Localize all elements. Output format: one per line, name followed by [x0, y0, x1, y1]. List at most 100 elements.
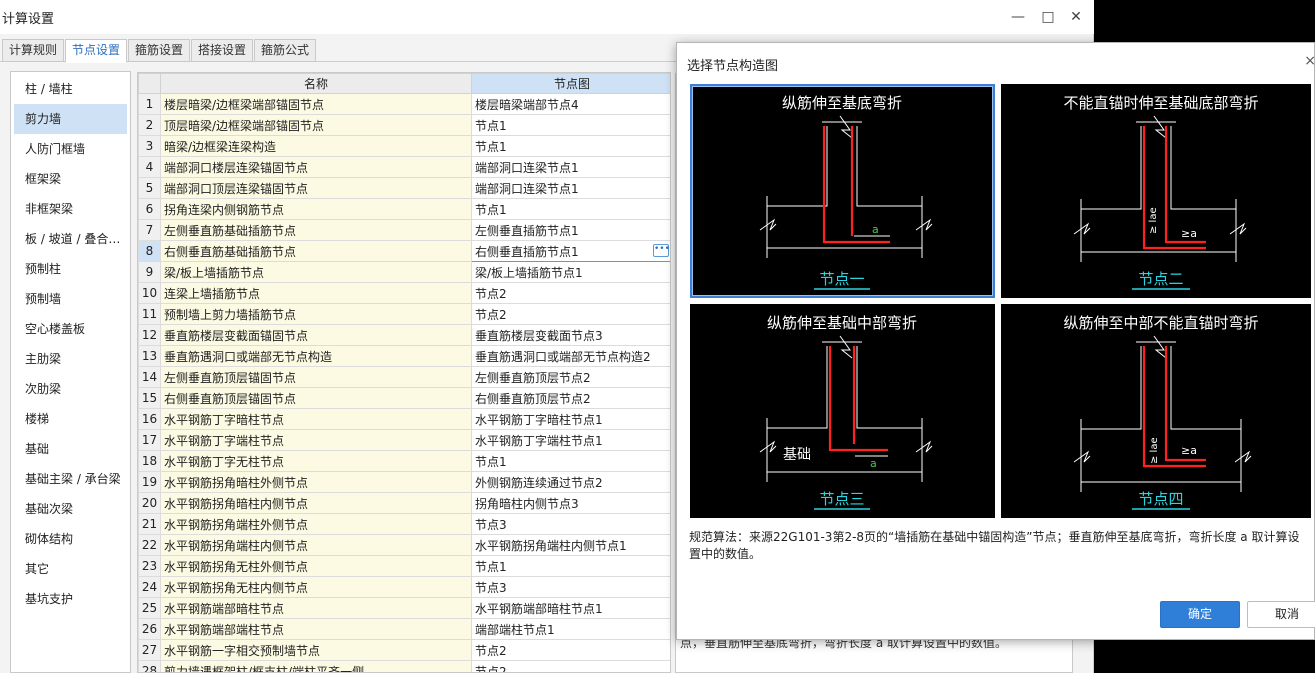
- table-row[interactable]: 23 水平钢筋拐角无柱外侧节点 节点1: [138, 555, 670, 577]
- row-node-cell[interactable]: 右侧垂直插筋节点1 •••: [471, 240, 670, 262]
- table-row[interactable]: 15 右侧垂直筋顶层锚固节点 右侧垂直筋顶层节点2: [138, 387, 670, 409]
- maximize-icon[interactable]: □: [1034, 6, 1062, 28]
- cancel-button[interactable]: 取消: [1247, 601, 1315, 628]
- row-node-cell[interactable]: 节点1: [471, 450, 670, 472]
- row-name-cell[interactable]: 端部洞口顶层连梁锚固节点: [160, 177, 472, 199]
- minimize-icon[interactable]: —: [1004, 6, 1032, 28]
- row-name-cell[interactable]: 垂直筋楼层变截面锚固节点: [160, 324, 472, 346]
- sidebar-item-frame-beam[interactable]: 框架梁: [11, 164, 130, 194]
- row-node-cell[interactable]: 节点2: [471, 282, 670, 304]
- row-node-cell[interactable]: 节点2: [471, 660, 670, 672]
- row-name-cell[interactable]: 右侧垂直筋顶层锚固节点: [160, 387, 472, 409]
- row-name-cell[interactable]: 水平钢筋拐角无柱内侧节点: [160, 576, 472, 598]
- table-row[interactable]: 10 连梁上墙插筋节点 节点2: [138, 282, 670, 304]
- node-panel-2[interactable]: 不能直锚时伸至基础底部弯折 ≥ lae ≥a 节点二: [1001, 84, 1311, 298]
- column-header-name[interactable]: 名称: [160, 73, 472, 94]
- row-node-cell[interactable]: 楼层暗梁端部节点4: [471, 93, 670, 115]
- row-node-cell[interactable]: 节点3: [471, 576, 670, 598]
- tab-calc-rules[interactable]: 计算规则: [2, 39, 65, 62]
- node-panel-4[interactable]: 纵筋伸至中部不能直锚时弯折 ≥ lae ≥a 节点四: [1001, 304, 1311, 518]
- row-name-cell[interactable]: 连梁上墙插筋节点: [160, 282, 472, 304]
- table-row[interactable]: 17 水平钢筋丁字端柱节点 水平钢筋丁字端柱节点1: [138, 429, 670, 451]
- row-node-cell[interactable]: 水平钢筋端部暗柱节点1: [471, 597, 670, 619]
- row-name-cell[interactable]: 水平钢筋丁字暗柱节点: [160, 408, 472, 430]
- table-row[interactable]: 4 端部洞口楼层连梁锚固节点 端部洞口连梁节点1: [138, 156, 670, 178]
- sidebar-item-civil-defense-door[interactable]: 人防门框墙: [11, 134, 130, 164]
- row-name-cell[interactable]: 水平钢筋拐角无柱外侧节点: [160, 555, 472, 577]
- row-node-cell[interactable]: 节点1: [471, 114, 670, 136]
- ellipsis-button-icon[interactable]: •••: [653, 244, 670, 257]
- ok-button[interactable]: 确定: [1160, 601, 1240, 628]
- close-icon[interactable]: ✕: [1062, 6, 1090, 28]
- table-row[interactable]: 12 垂直筋楼层变截面锚固节点 垂直筋楼层变截面节点3: [138, 324, 670, 346]
- sidebar-item-hollow-slab[interactable]: 空心楼盖板: [11, 314, 130, 344]
- row-name-cell[interactable]: 右侧垂直筋基础插筋节点: [160, 240, 472, 262]
- row-node-cell[interactable]: 节点3: [471, 513, 670, 535]
- row-node-cell[interactable]: 端部端柱节点1: [471, 618, 670, 640]
- row-name-cell[interactable]: 预制墙上剪力墙插筋节点: [160, 303, 472, 325]
- table-row[interactable]: 5 端部洞口顶层连梁锚固节点 端部洞口连梁节点1: [138, 177, 670, 199]
- dialog-close-icon[interactable]: ×: [1304, 53, 1315, 69]
- tab-node-settings[interactable]: 节点设置: [65, 39, 128, 63]
- node-panel-3[interactable]: 纵筋伸至基础中部弯折 基础 a 节点三: [690, 304, 995, 518]
- tab-lap-settings[interactable]: 搭接设置: [191, 39, 254, 62]
- row-name-cell[interactable]: 左侧垂直筋基础插筋节点: [160, 219, 472, 241]
- sidebar-item-slab[interactable]: 板 / 坡道 / 叠合…: [11, 224, 130, 254]
- sidebar-item-other[interactable]: 其它: [11, 554, 130, 584]
- row-name-cell[interactable]: 垂直筋遇洞口或端部无节点构造: [160, 345, 472, 367]
- row-node-cell[interactable]: 梁/板上墙插筋节点1: [471, 261, 670, 283]
- row-name-cell[interactable]: 水平钢筋拐角暗柱内侧节点: [160, 492, 472, 514]
- table-row[interactable]: 28 剪力墙遇框架柱/框支柱/端柱平齐一侧 节点2: [138, 660, 670, 672]
- sidebar-item-non-frame-beam[interactable]: 非框架梁: [11, 194, 130, 224]
- table-row[interactable]: 19 水平钢筋拐角暗柱外侧节点 外侧钢筋连续通过节点2: [138, 471, 670, 493]
- sidebar-item-main-rib-beam[interactable]: 主肋梁: [11, 344, 130, 374]
- row-node-cell[interactable]: 端部洞口连梁节点1: [471, 156, 670, 178]
- row-name-cell[interactable]: 暗梁/边框梁连梁构造: [160, 135, 472, 157]
- row-node-cell[interactable]: 垂直筋楼层变截面节点3: [471, 324, 670, 346]
- table-row[interactable]: 27 水平钢筋一字相交预制墙节点 节点2: [138, 639, 670, 661]
- table-row[interactable]: 18 水平钢筋丁字无柱节点 节点1: [138, 450, 670, 472]
- table-row[interactable]: 22 水平钢筋拐角端柱内侧节点 水平钢筋拐角端柱内侧节点1: [138, 534, 670, 556]
- row-name-cell[interactable]: 水平钢筋端部暗柱节点: [160, 597, 472, 619]
- row-node-cell[interactable]: 左侧垂直插筋节点1: [471, 219, 670, 241]
- table-row[interactable]: 20 水平钢筋拐角暗柱内侧节点 拐角暗柱内侧节点3: [138, 492, 670, 514]
- tab-stirrup-settings[interactable]: 箍筋设置: [128, 39, 191, 62]
- table-row[interactable]: 14 左侧垂直筋顶层锚固节点 左侧垂直筋顶层节点2: [138, 366, 670, 388]
- row-name-cell[interactable]: 梁/板上墙插筋节点: [160, 261, 472, 283]
- table-row[interactable]: 2 顶层暗梁/边框梁端部锚固节点 节点1: [138, 114, 670, 136]
- row-name-cell[interactable]: 水平钢筋拐角端柱外侧节点: [160, 513, 472, 535]
- row-name-cell[interactable]: 水平钢筋一字相交预制墙节点: [160, 639, 472, 661]
- table-row[interactable]: 8 右侧垂直筋基础插筋节点 右侧垂直插筋节点1 •••: [138, 240, 670, 262]
- row-node-cell[interactable]: 水平钢筋丁字端柱节点1: [471, 429, 670, 451]
- table-row[interactable]: 13 垂直筋遇洞口或端部无节点构造 垂直筋遇洞口或端部无节点构造2: [138, 345, 670, 367]
- row-node-cell[interactable]: 水平钢筋丁字暗柱节点1: [471, 408, 670, 430]
- table-row[interactable]: 9 梁/板上墙插筋节点 梁/板上墙插筋节点1: [138, 261, 670, 283]
- sidebar-item-foundation-secondary-beam[interactable]: 基础次梁: [11, 494, 130, 524]
- row-node-cell[interactable]: 水平钢筋拐角端柱内侧节点1: [471, 534, 670, 556]
- table-row[interactable]: 16 水平钢筋丁字暗柱节点 水平钢筋丁字暗柱节点1: [138, 408, 670, 430]
- table-row[interactable]: 7 左侧垂直筋基础插筋节点 左侧垂直插筋节点1: [138, 219, 670, 241]
- table-row[interactable]: 26 水平钢筋端部端柱节点 端部端柱节点1: [138, 618, 670, 640]
- sidebar-item-pit-support[interactable]: 基坑支护: [11, 584, 130, 614]
- sidebar-item-column[interactable]: 柱 / 墙柱: [11, 74, 130, 104]
- table-row[interactable]: 1 楼层暗梁/边框梁端部锚固节点 楼层暗梁端部节点4: [138, 93, 670, 115]
- row-node-cell[interactable]: 左侧垂直筋顶层节点2: [471, 366, 670, 388]
- row-name-cell[interactable]: 水平钢筋丁字端柱节点: [160, 429, 472, 451]
- sidebar-item-secondary-rib-beam[interactable]: 次肋梁: [11, 374, 130, 404]
- sidebar-item-foundation[interactable]: 基础: [11, 434, 130, 464]
- table-row[interactable]: 24 水平钢筋拐角无柱内侧节点 节点3: [138, 576, 670, 598]
- row-node-cell[interactable]: 外侧钢筋连续通过节点2: [471, 471, 670, 493]
- row-node-cell[interactable]: 右侧垂直筋顶层节点2: [471, 387, 670, 409]
- table-row[interactable]: 6 拐角连梁内侧钢筋节点 节点1: [138, 198, 670, 220]
- table-row[interactable]: 3 暗梁/边框梁连梁构造 节点1: [138, 135, 670, 157]
- row-name-cell[interactable]: 拐角连梁内侧钢筋节点: [160, 198, 472, 220]
- row-name-cell[interactable]: 端部洞口楼层连梁锚固节点: [160, 156, 472, 178]
- row-name-cell[interactable]: 水平钢筋丁字无柱节点: [160, 450, 472, 472]
- sidebar-item-foundation-main-beam[interactable]: 基础主梁 / 承台梁: [11, 464, 130, 494]
- row-node-cell[interactable]: 节点1: [471, 135, 670, 157]
- row-name-cell[interactable]: 顶层暗梁/边框梁端部锚固节点: [160, 114, 472, 136]
- column-header-node[interactable]: 节点图: [471, 73, 670, 94]
- sidebar-item-masonry[interactable]: 砌体结构: [11, 524, 130, 554]
- tab-stirrup-formula[interactable]: 箍筋公式: [254, 39, 317, 62]
- table-row[interactable]: 11 预制墙上剪力墙插筋节点 节点2: [138, 303, 670, 325]
